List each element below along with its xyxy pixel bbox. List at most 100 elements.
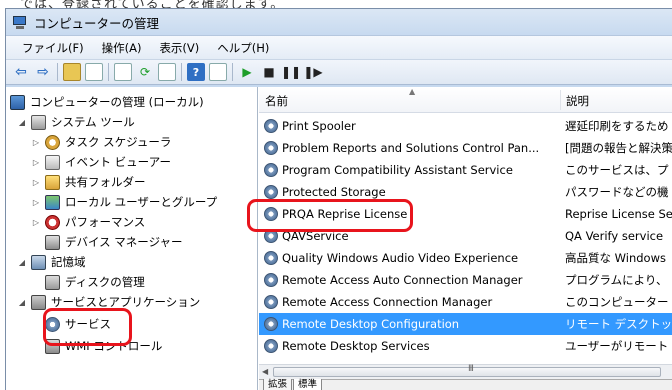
- toolbar-separator: [181, 63, 182, 81]
- menu-view[interactable]: 表示(V): [157, 38, 201, 58]
- view-icon[interactable]: [209, 63, 227, 81]
- tree-label: タスク スケジューラ: [65, 135, 172, 149]
- tree-label: システム ツール: [51, 115, 135, 129]
- service-row-selected[interactable]: Remote Desktop Configuration リモート デスクトッ: [259, 313, 672, 335]
- wmi-icon: [45, 338, 60, 354]
- tree-item-system-tools[interactable]: ◢ システム ツール: [16, 112, 135, 132]
- menu-action[interactable]: 操作(A): [100, 38, 144, 58]
- tree-item-device-manager[interactable]: デバイス マネージャー: [45, 232, 183, 252]
- service-description: [問題の報告と解決策: [565, 141, 672, 155]
- tree-item-shared-folders[interactable]: ▷ 共有フォルダー: [30, 172, 146, 192]
- clock-icon: [45, 134, 60, 150]
- main-content: コンピューターの管理 (ローカル) ◢ システム ツール ▷ タスク スケジュー…: [6, 87, 672, 390]
- tree-item-storage[interactable]: ◢ 記憶域: [16, 252, 86, 272]
- service-name: Remote Access Auto Connection Manager: [282, 273, 523, 287]
- device-manager-icon: [45, 234, 60, 250]
- service-row[interactable]: Remote Access Connection Manager このコンピュー…: [259, 291, 672, 313]
- tree-item-root[interactable]: コンピューターの管理 (ローカル): [10, 92, 204, 112]
- collapsed-triangle-icon[interactable]: ▷: [30, 198, 42, 207]
- service-description: 高品質な Windows: [565, 251, 666, 265]
- service-description: QA Verify service: [565, 229, 664, 243]
- tree-item-task-scheduler[interactable]: ▷ タスク スケジューラ: [30, 132, 171, 152]
- menu-help[interactable]: ヘルプ(H): [215, 38, 271, 58]
- column-name[interactable]: 名前: [265, 93, 288, 109]
- service-description: リモート デスクトッ: [565, 317, 672, 331]
- service-name: Remote Desktop Services: [282, 339, 430, 353]
- service-row[interactable]: Remote Access Auto Connection Manager プロ…: [259, 269, 672, 291]
- service-description: ユーザーがリモート: [565, 339, 669, 353]
- stop-icon[interactable]: ■: [260, 63, 278, 81]
- computer-management-icon: [12, 14, 28, 30]
- collapsed-triangle-icon[interactable]: ▷: [30, 218, 42, 227]
- service-row[interactable]: Print Spooler 遅延印刷をするため: [259, 115, 672, 137]
- column-description[interactable]: 説明: [566, 93, 589, 109]
- tree-label: ローカル ユーザーとグループ: [65, 195, 218, 209]
- horizontal-scrollbar[interactable]: ◀ III: [259, 364, 672, 379]
- shared-folder-icon: [45, 174, 60, 190]
- folder-up-icon[interactable]: [63, 63, 81, 81]
- toolbar-separator: [57, 63, 58, 81]
- computer-management-window: コンピューターの管理 ファイル(F) 操作(A) 表示(V) ヘルプ(H) ⇦ …: [5, 8, 672, 390]
- title-bar: コンピューターの管理: [6, 9, 672, 35]
- view-tabs: 拡張 標準: [259, 379, 672, 390]
- gear-icon: [264, 273, 278, 287]
- restart-icon[interactable]: ❚▶: [303, 63, 322, 81]
- refresh-icon[interactable]: ⟳: [136, 63, 154, 81]
- tab-extended[interactable]: 拡張: [263, 379, 293, 390]
- tree-item-event-viewer[interactable]: ▷ イベント ビューアー: [30, 152, 171, 172]
- collapsed-triangle-icon[interactable]: ▷: [30, 158, 42, 167]
- export-icon[interactable]: [158, 63, 176, 81]
- show-tree-icon[interactable]: [85, 63, 103, 81]
- service-row[interactable]: Quality Windows Audio Video Experience 高…: [259, 247, 672, 269]
- scroll-grip: III: [468, 364, 474, 374]
- storage-icon: [31, 254, 46, 270]
- pause-icon[interactable]: ❚❚: [281, 63, 301, 81]
- service-name: Remote Desktop Configuration: [282, 317, 460, 331]
- tree-label: 記憶域: [51, 255, 86, 269]
- tree-item-local-users[interactable]: ▷ ローカル ユーザーとグループ: [30, 192, 217, 212]
- collapsed-triangle-icon[interactable]: ▷: [30, 178, 42, 187]
- service-row[interactable]: Protected Storage パスワードなどの機: [259, 181, 672, 203]
- column-header: ▲ 名前 説明: [259, 87, 672, 113]
- navigation-tree: コンピューターの管理 (ローカル) ◢ システム ツール ▷ タスク スケジュー…: [6, 87, 258, 390]
- properties-icon[interactable]: [114, 63, 132, 81]
- gear-icon: [264, 295, 278, 309]
- menu-bar: ファイル(F) 操作(A) 表示(V) ヘルプ(H): [6, 35, 672, 59]
- service-description: このサービスは、プ: [565, 163, 669, 177]
- tools-icon: [31, 114, 46, 130]
- service-row[interactable]: Remote Desktop Services ユーザーがリモート: [259, 335, 672, 357]
- window-title: コンピューターの管理: [34, 15, 160, 31]
- service-row[interactable]: Problem Reports and Solutions Control Pa…: [259, 137, 672, 159]
- scroll-left-icon[interactable]: ◀: [262, 367, 268, 376]
- menu-file[interactable]: ファイル(F): [20, 38, 86, 58]
- play-icon[interactable]: ▶: [238, 63, 256, 81]
- tree-item-services-and-applications[interactable]: ◢ サービスとアプリケーション: [16, 292, 200, 312]
- tree-item-performance[interactable]: ▷ パフォーマンス: [30, 212, 145, 232]
- tree-item-disk-management[interactable]: ディスクの管理: [45, 272, 145, 292]
- service-row-prqa-reprise-license[interactable]: PRQA Reprise License Reprise License Se: [259, 203, 672, 225]
- service-name: Program Compatibility Assistant Service: [282, 163, 513, 177]
- tab-standard[interactable]: 標準: [293, 379, 323, 390]
- help-icon[interactable]: ?: [187, 63, 205, 81]
- service-name: Problem Reports and Solutions Control Pa…: [282, 141, 540, 155]
- services-applications-icon: [31, 294, 46, 310]
- tree-label: コンピューターの管理 (ローカル): [30, 95, 204, 109]
- service-row[interactable]: QAVService QA Verify service: [259, 225, 672, 247]
- computer-icon: [10, 94, 25, 110]
- expanded-triangle-icon[interactable]: ◢: [16, 118, 28, 127]
- tree-item-services[interactable]: サービス: [45, 314, 111, 334]
- expanded-triangle-icon[interactable]: ◢: [16, 298, 28, 307]
- back-icon[interactable]: ⇦: [12, 63, 30, 81]
- tree-item-wmi-control[interactable]: WMI コントロール: [45, 336, 162, 356]
- expanded-triangle-icon[interactable]: ◢: [16, 258, 28, 267]
- toolbar-separator: [108, 63, 109, 81]
- services-list: ▲ 名前 説明 Print Spooler 遅延印刷をするため Problem …: [259, 87, 672, 390]
- collapsed-triangle-icon[interactable]: ▷: [30, 138, 42, 147]
- forward-icon[interactable]: ⇨: [34, 63, 52, 81]
- scroll-thumb[interactable]: III: [273, 364, 661, 377]
- gear-icon: [264, 251, 278, 265]
- service-row[interactable]: Program Compatibility Assistant Service …: [259, 159, 672, 181]
- column-divider[interactable]: [560, 90, 561, 110]
- service-name: Remote Access Connection Manager: [282, 295, 493, 309]
- event-viewer-icon: [45, 154, 60, 170]
